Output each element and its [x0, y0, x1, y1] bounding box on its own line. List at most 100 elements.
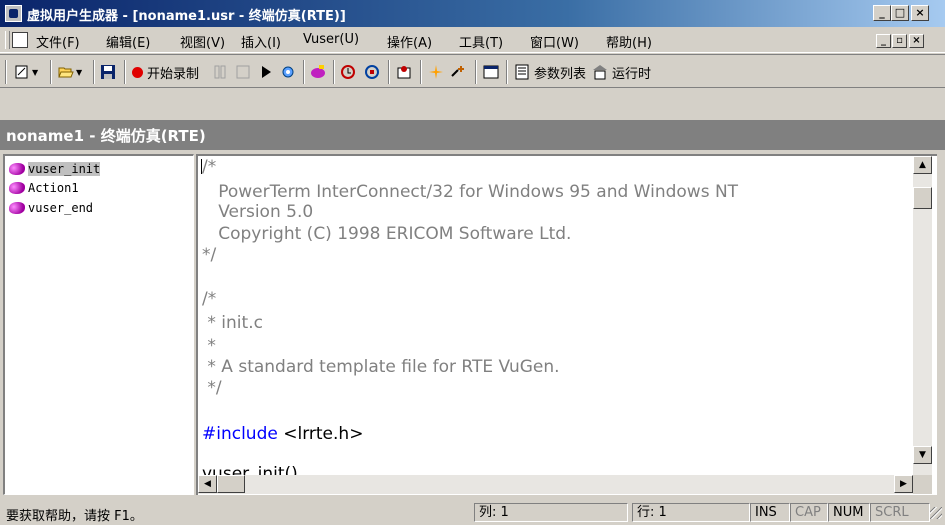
code-line: *: [202, 336, 216, 356]
scroll-corner: [913, 475, 932, 494]
tree-item-label: vuser_init: [28, 162, 101, 176]
action-tree: vuser_init Action1 vuser_end: [3, 154, 194, 495]
vertical-scrollbar[interactable]: ▲ ▼: [913, 156, 932, 475]
open-button[interactable]: ▼: [58, 61, 82, 83]
document-icon[interactable]: [12, 32, 28, 48]
scroll-down-button[interactable]: ▼: [913, 446, 932, 464]
insert-step-icon: [451, 66, 464, 77]
run-time-settings-label: 运行时: [612, 66, 652, 82]
insert-step-button[interactable]: [450, 61, 466, 83]
code-line: * init.c: [202, 313, 263, 333]
vuser-button[interactable]: [310, 61, 326, 83]
tree-item-vuser-end[interactable]: vuser_end: [9, 199, 93, 217]
mdi-close-button[interactable]: ×: [909, 34, 924, 48]
status-ins: INS: [750, 503, 790, 522]
separator: [420, 60, 422, 84]
maximize-button[interactable]: □: [891, 5, 909, 21]
run-time-settings-button[interactable]: 运行时: [592, 61, 651, 83]
tree-item-action1[interactable]: Action1: [9, 179, 79, 197]
menu-help[interactable]: 帮助(H): [606, 32, 652, 51]
title-bar: 虚拟用户生成器 - [noname1.usr - 终端仿真(RTE)] _ □ …: [0, 0, 945, 27]
open-folder-icon: [58, 67, 74, 78]
parameter-list-button[interactable]: 参数列表: [514, 61, 586, 83]
menu-view[interactable]: 视图(V): [180, 32, 225, 51]
code-line: */: [202, 378, 222, 398]
separator: [124, 60, 126, 84]
mdi-minimize-button[interactable]: _: [876, 34, 891, 48]
menu-actions[interactable]: 操作(A): [387, 32, 432, 51]
window-title: 虚拟用户生成器 - [noname1.usr - 终端仿真(RTE)]: [27, 9, 346, 24]
dropdown-arrow-icon: ▼: [32, 67, 39, 77]
tree-item-vuser-init[interactable]: vuser_init: [9, 160, 101, 178]
separator: [303, 60, 305, 84]
horizontal-scrollbar[interactable]: ◀ ▶: [198, 475, 913, 494]
minimize-button[interactable]: _: [873, 5, 891, 21]
menu-vuser[interactable]: Vuser(U): [303, 32, 359, 47]
dropdown-arrow-icon: ▼: [76, 67, 83, 77]
script-editor[interactable]: /* PowerTerm InterConnect/32 for Windows…: [196, 154, 937, 495]
menu-bar: 文件(F) 编辑(E) 视图(V) 插入(I) Vuser(U) 操作(A) 工…: [0, 28, 945, 53]
include-keyword: #include: [202, 424, 278, 444]
app-icon: [5, 5, 22, 22]
horizontal-scroll-thumb[interactable]: [217, 475, 245, 493]
action-gem-icon: [9, 202, 25, 214]
toolbar: ▼ ▼ 开始录制 参数列表 运行时: [0, 54, 945, 88]
breakpoint-button[interactable]: [364, 61, 380, 83]
separator: [93, 60, 95, 84]
code-line: /*: [202, 289, 217, 309]
code-line: * A standard template file for RTE VuGen…: [202, 357, 560, 377]
parameter-list-icon: [515, 64, 529, 80]
separator: [333, 60, 335, 84]
vertical-scroll-thumb[interactable]: [913, 187, 932, 209]
tree-item-label: Action1: [28, 181, 79, 195]
include-target: <lrrte.h>: [277, 424, 364, 444]
close-button[interactable]: ×: [911, 5, 929, 21]
menu-insert[interactable]: 插入(I): [241, 32, 281, 51]
code-line: /*: [202, 157, 217, 177]
start-recording-button[interactable]: 开始录制: [132, 61, 199, 83]
transaction-icon: [397, 66, 411, 79]
compile-button[interactable]: [280, 61, 296, 83]
status-cap: CAP: [790, 503, 828, 522]
menu-tools[interactable]: 工具(T): [459, 32, 503, 51]
step-button[interactable]: [340, 61, 356, 83]
save-icon: [101, 65, 115, 79]
script-view-button[interactable]: [483, 61, 499, 83]
vuser-gem-icon: [311, 65, 325, 78]
stop-button[interactable]: [235, 61, 251, 83]
pause-button[interactable]: [212, 61, 228, 83]
separator: [388, 60, 390, 84]
menu-edit[interactable]: 编辑(E): [106, 32, 150, 51]
menu-grip[interactable]: [5, 31, 10, 49]
new-button[interactable]: ▼: [14, 61, 38, 83]
status-scrl: SCRL: [870, 503, 930, 522]
scroll-up-button[interactable]: ▲: [913, 156, 932, 174]
separator: [50, 60, 52, 84]
mdi-restore-button[interactable]: ▫: [892, 34, 907, 48]
pause-icon: [214, 65, 226, 79]
separator: [475, 60, 477, 84]
menu-file[interactable]: 文件(F): [36, 32, 80, 51]
action-gem-icon: [9, 182, 25, 194]
run-button[interactable]: [258, 61, 274, 83]
document-header: noname1 - 终端仿真(RTE): [0, 120, 945, 150]
status-row: 行: 1: [632, 503, 750, 522]
scroll-right-button[interactable]: ▶: [894, 475, 913, 493]
toolbar-grip: [5, 60, 7, 84]
status-num: NUM: [828, 503, 870, 522]
code-line: */: [202, 245, 217, 265]
breakpoint-icon: [365, 65, 379, 79]
step-icon: [341, 65, 355, 79]
run-time-settings-icon: [593, 65, 607, 80]
stop-icon: [236, 65, 250, 79]
save-button[interactable]: [100, 61, 116, 83]
tree-item-label: vuser_end: [28, 201, 94, 215]
status-help-text: 要获取帮助，请按 F1。: [6, 509, 143, 524]
parameter-button[interactable]: [428, 61, 444, 83]
resize-grip[interactable]: [930, 507, 942, 519]
script-view-icon: [483, 65, 499, 79]
start-recording-label: 开始录制: [147, 66, 200, 82]
scroll-left-button[interactable]: ◀: [198, 475, 217, 493]
transaction-button[interactable]: [396, 61, 412, 83]
menu-window[interactable]: 窗口(W): [530, 32, 579, 51]
